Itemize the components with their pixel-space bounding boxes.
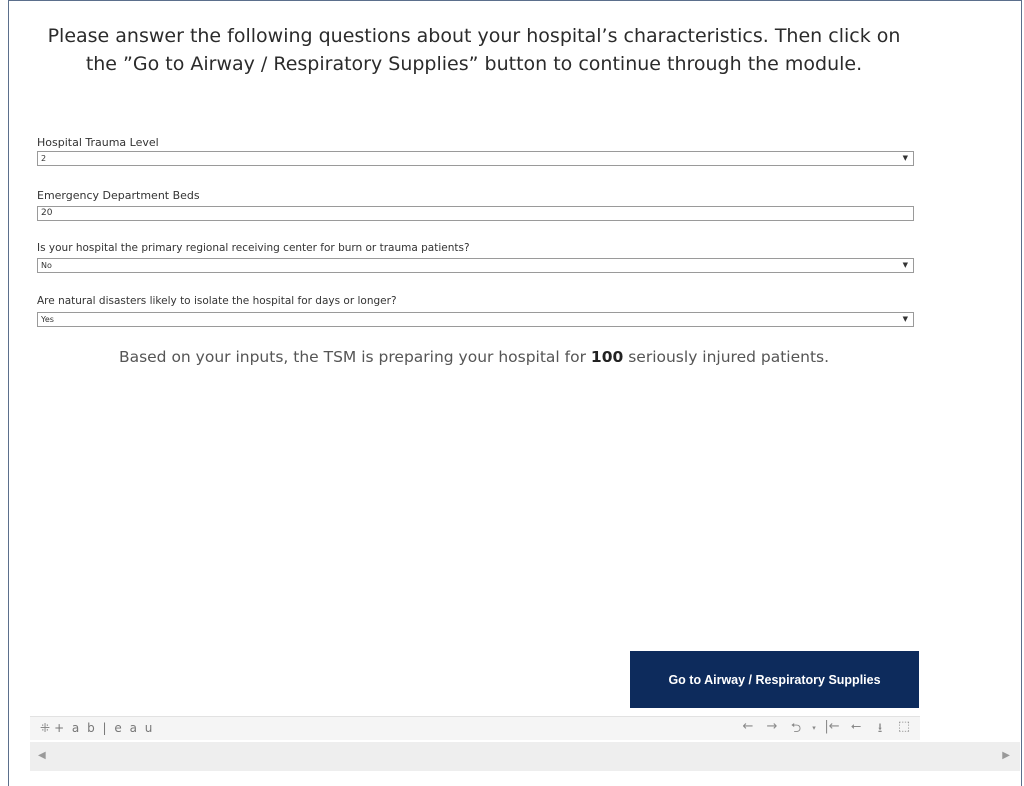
share-icon[interactable]: ⭠ <box>844 719 868 741</box>
toolbar-controls: ← → ⮌ ▾ |← ⭠ ⭳ ⬚ <box>736 719 916 741</box>
trauma-level-select[interactable]: 2 ▼ <box>37 151 914 166</box>
tableau-wordmark: + a b | e a u <box>54 721 155 735</box>
natural-disasters-label: Are natural disasters likely to isolate … <box>37 295 397 307</box>
download-icon[interactable]: ⭳ <box>868 719 892 741</box>
tableau-toolbar: ⁜ + a b | e a u ← → ⮌ ▾ |← ⭠ ⭳ ⬚ <box>30 716 920 740</box>
receiving-center-select[interactable]: No ▼ <box>37 258 914 273</box>
scroll-right-icon[interactable]: ▶ <box>1002 750 1010 761</box>
result-suffix: seriously injured patients. <box>623 348 830 366</box>
revert-icon[interactable]: ⮌ <box>784 719 808 741</box>
receiving-center-value: No <box>41 261 52 270</box>
undo-icon[interactable]: ← <box>736 719 760 741</box>
fullscreen-icon[interactable]: ⬚ <box>892 719 916 741</box>
instructions-text: Please answer the following questions ab… <box>47 25 901 75</box>
tableau-mark-icon: ⁜ <box>40 721 51 735</box>
patient-count: 100 <box>590 348 624 366</box>
result-prefix: Based on your inputs, the TSM is prepari… <box>118 348 591 366</box>
ed-beds-value: 20 <box>41 208 53 218</box>
trauma-level-label: Hospital Trauma Level <box>37 136 159 149</box>
tableau-logo[interactable]: ⁜ + a b | e a u <box>40 721 154 735</box>
scroll-left-icon[interactable]: ◀ <box>38 750 46 761</box>
ed-beds-label: Emergency Department Beds <box>37 189 200 202</box>
redo-icon[interactable]: → <box>760 719 784 741</box>
result-text: Based on your inputs, the TSM is prepari… <box>40 348 908 366</box>
chevron-down-icon: ▼ <box>902 154 908 162</box>
natural-disasters-select[interactable]: Yes ▼ <box>37 312 914 327</box>
reset-icon[interactable]: |← <box>820 719 844 741</box>
natural-disasters-value: Yes <box>41 315 54 324</box>
go-to-airway-button[interactable]: Go to Airway / Respiratory Supplies <box>630 651 919 708</box>
chevron-down-icon: ▼ <box>902 261 908 269</box>
chevron-down-icon: ▼ <box>902 315 908 323</box>
horizontal-scrollbar[interactable]: ◀ ▶ <box>30 742 1020 771</box>
receiving-center-label: Is your hospital the primary regional re… <box>37 242 470 254</box>
revert-dropdown-icon[interactable]: ▾ <box>808 719 820 741</box>
trauma-level-value: 2 <box>41 154 47 163</box>
ed-beds-input[interactable]: 20 <box>37 206 914 221</box>
